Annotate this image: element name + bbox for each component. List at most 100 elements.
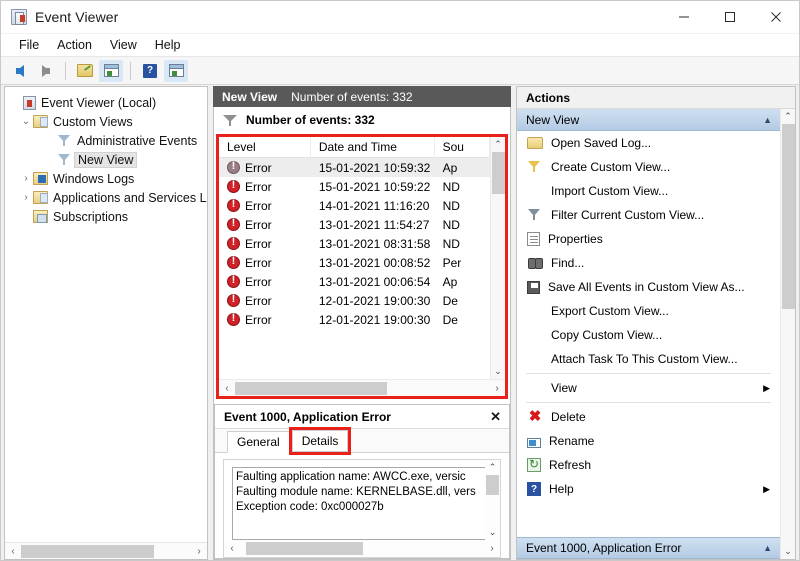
detail-line: Faulting application name: AWCC.exe, ver… — [236, 470, 485, 485]
table-row[interactable]: Error 13-01-2021 00:06:54 Ap — [219, 272, 490, 291]
action-refresh[interactable]: Refresh — [517, 453, 780, 477]
scroll-track[interactable] — [485, 475, 500, 525]
table-row[interactable]: Error 12-01-2021 19:00:30 De — [219, 291, 490, 310]
back-icon[interactable] — [8, 60, 32, 82]
tree-horizontal-scrollbar[interactable]: ‹ › — [5, 542, 207, 559]
scroll-right-icon[interactable]: › — [484, 543, 500, 554]
action-rename[interactable]: Rename — [517, 429, 780, 453]
chevron-up-icon[interactable]: ▲ — [763, 543, 772, 553]
tree-node-subscriptions[interactable]: Subscriptions — [5, 207, 207, 226]
open-folder-icon[interactable] — [73, 60, 97, 82]
detail-line: Exception code: 0xc000027b — [236, 500, 485, 515]
scroll-right-icon[interactable]: › — [191, 546, 207, 557]
detail-horizontal-scrollbar[interactable]: ‹ › — [224, 540, 500, 557]
tree-node-administrative-events[interactable]: Administrative Events — [5, 131, 207, 150]
column-header-source[interactable]: Sou — [435, 137, 490, 158]
table-row[interactable]: Error 13-01-2021 00:08:52 Per — [219, 253, 490, 272]
scroll-thumb[interactable] — [782, 124, 795, 309]
filter-summary-row[interactable]: Number of events: 332 — [214, 107, 510, 134]
column-header-date-and-time[interactable]: Date and Time — [311, 137, 435, 158]
action-attach-task-to-custom-view[interactable]: Attach Task To This Custom View... — [517, 347, 780, 371]
detail-vertical-scrollbar[interactable]: ⌃ ⌄ — [485, 460, 500, 540]
action-find[interactable]: Find... — [517, 251, 780, 275]
tree-node-event-viewer-local[interactable]: Event Viewer (Local) — [5, 93, 207, 112]
actions-group-new-view[interactable]: New View ▲ — [517, 109, 780, 131]
scroll-thumb[interactable] — [492, 152, 505, 194]
table-row[interactable]: Error 13-01-2021 11:54:27 ND — [219, 215, 490, 234]
tree-twisty[interactable]: › — [19, 192, 33, 203]
minimize-button[interactable] — [661, 1, 707, 34]
menu-action[interactable]: Action — [48, 36, 101, 54]
tab-general[interactable]: General — [227, 431, 290, 453]
actions-separator — [526, 373, 771, 374]
action-properties[interactable]: Properties — [517, 227, 780, 251]
action-create-custom-view[interactable]: Create Custom View... — [517, 155, 780, 179]
scroll-down-icon[interactable]: ⌄ — [489, 525, 497, 540]
scroll-up-icon[interactable]: ⌃ — [784, 109, 792, 124]
maximize-button[interactable] — [707, 1, 753, 34]
chevron-right-icon[interactable]: ▶ — [763, 484, 770, 495]
table-row[interactable]: Error 15-01-2021 10:59:22 ND — [219, 177, 490, 196]
help-icon[interactable]: ? — [138, 60, 162, 82]
table-row[interactable]: Error 12-01-2021 19:00:30 De — [219, 310, 490, 329]
scroll-track[interactable] — [21, 545, 191, 558]
scroll-track[interactable] — [781, 124, 796, 544]
action-delete[interactable]: ✖ Delete — [517, 405, 780, 429]
scroll-track[interactable] — [235, 382, 489, 395]
action-export-custom-view[interactable]: Export Custom View... — [517, 299, 780, 323]
scroll-track[interactable] — [240, 542, 484, 555]
menu-view[interactable]: View — [101, 36, 146, 54]
tree-node-custom-views[interactable]: ⌄ Custom Views — [5, 112, 207, 131]
scroll-left-icon[interactable]: ‹ — [224, 543, 240, 554]
column-header-level[interactable]: Level — [219, 137, 311, 158]
show-hide-action-pane-icon[interactable] — [164, 60, 188, 82]
find-binoculars-icon — [527, 256, 543, 270]
console-tree: Event Viewer (Local) ⌄ Custom Views Admi… — [5, 87, 207, 226]
actions-vertical-scrollbar[interactable]: ⌃ ⌄ — [780, 109, 795, 559]
menu-file[interactable]: File — [10, 36, 48, 54]
action-import-custom-view[interactable]: Import Custom View... — [517, 179, 780, 203]
action-save-all-events[interactable]: Save All Events in Custom View As... — [517, 275, 780, 299]
tree-node-new-view[interactable]: New View — [5, 150, 207, 169]
forward-icon[interactable] — [34, 60, 58, 82]
cell-level: Error — [219, 180, 311, 194]
scroll-thumb[interactable] — [486, 475, 499, 495]
action-help[interactable]: ? Help ▶ — [517, 477, 780, 501]
tree-node-windows-logs[interactable]: › Windows Logs — [5, 169, 207, 188]
chevron-up-icon[interactable]: ▲ — [763, 115, 772, 125]
tree-node-applications-and-services-logs[interactable]: › Applications and Services Log — [5, 188, 207, 207]
cell-level: Error — [219, 161, 311, 175]
tab-details[interactable]: Details — [292, 430, 349, 452]
scroll-right-icon[interactable]: › — [489, 383, 505, 394]
scroll-up-icon[interactable]: ⌃ — [489, 460, 497, 475]
action-copy-custom-view[interactable]: Copy Custom View... — [517, 323, 780, 347]
events-horizontal-scrollbar[interactable]: ‹ › — [219, 379, 505, 396]
tree-twisty[interactable]: › — [19, 173, 33, 184]
actions-group-event-1000[interactable]: Event 1000, Application Error ▲ — [517, 537, 780, 559]
table-row[interactable]: Error 15-01-2021 10:59:32 Ap — [219, 158, 490, 177]
chevron-right-icon[interactable]: ▶ — [763, 383, 770, 394]
cell-level: Error — [219, 199, 311, 213]
scroll-down-icon[interactable]: ⌄ — [784, 544, 792, 559]
menu-help[interactable]: Help — [146, 36, 190, 54]
scroll-down-icon[interactable]: ⌄ — [494, 364, 502, 379]
scroll-up-icon[interactable]: ⌃ — [494, 137, 502, 152]
action-open-saved-log[interactable]: Open Saved Log... — [517, 131, 780, 155]
scroll-track[interactable] — [491, 152, 506, 364]
tree-twisty[interactable]: ⌄ — [19, 116, 33, 127]
close-button[interactable] — [753, 1, 799, 34]
toolbar: ? — [1, 57, 799, 85]
action-filter-current-custom-view[interactable]: Filter Current Custom View... — [517, 203, 780, 227]
scroll-thumb[interactable] — [235, 382, 387, 395]
scroll-thumb[interactable] — [21, 545, 154, 558]
table-row[interactable]: Error 13-01-2021 08:31:58 ND — [219, 234, 490, 253]
event-detail-title: Event 1000, Application Error — [224, 410, 391, 424]
show-hide-console-tree-icon[interactable] — [99, 60, 123, 82]
table-row[interactable]: Error 14-01-2021 11:16:20 ND — [219, 196, 490, 215]
close-icon[interactable]: ✕ — [490, 409, 501, 425]
events-vertical-scrollbar[interactable]: ⌃ ⌄ — [490, 137, 505, 379]
scroll-thumb[interactable] — [246, 542, 363, 555]
action-view[interactable]: View ▶ — [517, 376, 780, 400]
scroll-left-icon[interactable]: ‹ — [219, 383, 235, 394]
scroll-left-icon[interactable]: ‹ — [5, 546, 21, 557]
